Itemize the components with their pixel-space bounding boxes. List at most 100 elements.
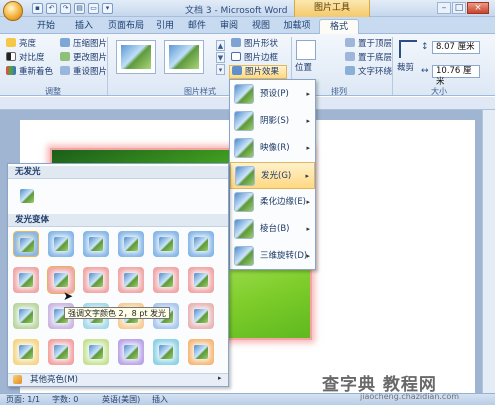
more-glow-colors-button[interactable]: 其他亮色(M) [8,373,228,386]
quick-print-icon[interactable]: ▤ [74,3,85,14]
redo-icon[interactable]: ↷ [60,3,71,14]
effect-glow-icon [235,166,255,186]
effects-menu-item-glow[interactable]: 发光(G) ▸ [230,162,315,189]
gallery-up-icon[interactable]: ▲ [216,40,225,51]
picture-tools-context-label: 图片工具 [294,0,370,17]
glow-variation-option[interactable] [83,267,109,293]
width-input[interactable]: 10.76 厘米 [432,65,480,87]
tab-format[interactable]: 格式 [319,19,359,34]
glow-variation-option[interactable] [48,339,74,365]
gallery-more-icon[interactable]: ▾ [216,64,225,75]
compress-pictures-button[interactable]: 压缩图片 [60,38,107,50]
recolor-icon [6,66,16,75]
minimize-button[interactable]: – [437,2,451,14]
send-to-back-icon [345,52,355,61]
recolor-button[interactable]: 重新着色 [6,66,53,78]
status-language[interactable]: 英语(美国) [102,394,140,405]
tab-mailings[interactable]: 邮件 [182,19,212,34]
text-wrap-icon [345,66,355,75]
picture-border-button[interactable]: 图片边框 [231,52,278,64]
close-button[interactable]: × [467,2,489,14]
glow-variation-option[interactable] [188,303,214,329]
office-button[interactable] [3,1,23,21]
text-wrapping-button[interactable]: 文字环绕 [345,66,392,78]
effect-reflection-icon [234,138,254,158]
glow-variation-option[interactable] [13,303,39,329]
picture-effects-icon [232,66,242,75]
picture-style-thumb[interactable] [116,40,156,74]
vertical-scrollbar[interactable] [482,110,495,393]
effects-menu-item-bevel[interactable]: 棱台(B) ▸ [230,216,315,243]
glow-variation-option[interactable] [188,339,214,365]
effects-menu-item-shadow[interactable]: 阴影(S) ▸ [230,108,315,135]
glow-variation-option[interactable] [13,267,39,293]
tab-home[interactable]: 开始 [28,19,64,34]
undo-icon[interactable]: ↶ [46,3,57,14]
gallery-down-icon[interactable]: ▼ [216,52,225,63]
crop-icon[interactable] [399,40,417,58]
effects-menu-item-preset[interactable]: 预设(P) ▸ [230,81,315,108]
qat-more-icon[interactable]: ▾ [102,3,113,14]
tab-insert[interactable]: 插入 [66,19,102,34]
picture-shape-icon [231,38,241,47]
status-page[interactable]: 页面: 1/1 [6,394,40,405]
effects-menu-item-soft-edges[interactable]: 柔化边缘(E) ▸ [230,189,315,216]
glow-variation-option[interactable] [118,267,144,293]
glow-variation-option[interactable] [83,231,109,257]
group-label-size: 大小 [431,87,447,96]
tab-view[interactable]: 视图 [246,19,276,34]
glow-tooltip: 强调文字颜色 2，8 pt 发光 [64,307,171,319]
glow-variations-header: 发光变体 [8,214,228,227]
position-button[interactable]: 位置 [295,62,312,74]
glow-variation-option[interactable] [153,267,179,293]
maximize-button[interactable]: □ [452,2,466,14]
bring-to-front-button[interactable]: 置于顶层 [345,38,392,50]
group-label-adjust: 调整 [45,87,61,96]
group-separator [107,37,108,95]
glow-variation-option[interactable] [188,231,214,257]
submenu-arrow-icon: ▸ [306,117,310,125]
glow-variation-option[interactable] [153,231,179,257]
tab-review[interactable]: 审阅 [214,19,244,34]
glow-variation-option[interactable] [188,267,214,293]
glow-variation-option[interactable] [48,231,74,257]
submenu-arrow-icon: ▸ [306,198,310,206]
effect-bevel-icon [234,219,254,239]
effects-menu-item-reflection[interactable]: 映像(R) ▸ [230,135,315,162]
compress-icon [60,38,70,47]
glow-variation-option[interactable] [118,339,144,365]
no-glow-option[interactable] [14,183,40,209]
glow-variation-option[interactable] [13,231,39,257]
bring-to-front-icon [345,38,355,47]
contrast-icon [6,52,16,61]
reset-picture-button[interactable]: 重设图片 [60,66,107,78]
effects-menu-item-3d-rotation[interactable]: 三维旋转(D) ▸ [230,243,315,270]
glow-variation-option[interactable] [118,231,144,257]
submenu-arrow-icon: ▸ [218,374,222,382]
picture-border-icon [231,52,241,61]
save-icon[interactable]: ▪ [32,3,43,14]
contrast-button[interactable]: 对比度 [6,52,45,64]
brightness-button[interactable]: 亮度 [6,38,36,50]
color-palette-icon [13,375,22,384]
effect-3d-rotation-icon [234,246,254,266]
picture-effects-button[interactable]: 图片效果 [229,65,287,79]
brightness-icon [6,38,16,47]
tab-references[interactable]: 引用 [150,19,180,34]
status-mode[interactable]: 插入 [152,394,168,405]
glow-variation-option[interactable] [13,339,39,365]
picture-shape-button[interactable]: 图片形状 [231,38,278,50]
status-words[interactable]: 字数: 0 [52,394,78,405]
tab-page-layout[interactable]: 页面布局 [103,19,149,34]
change-picture-button[interactable]: 更改图片 [60,52,107,64]
glow-variation-option[interactable] [83,339,109,365]
open-icon[interactable]: ▭ [88,3,99,14]
tab-add-ins[interactable]: 加载项 [278,19,316,34]
position-icon[interactable] [296,40,316,60]
reset-picture-icon [60,66,70,75]
send-to-back-button[interactable]: 置于底层 [345,52,392,64]
crop-button[interactable]: 裁剪 [397,62,414,74]
glow-variation-option[interactable] [153,339,179,365]
height-input[interactable]: 8.07 厘米 [432,41,480,54]
picture-style-thumb[interactable] [164,40,204,74]
